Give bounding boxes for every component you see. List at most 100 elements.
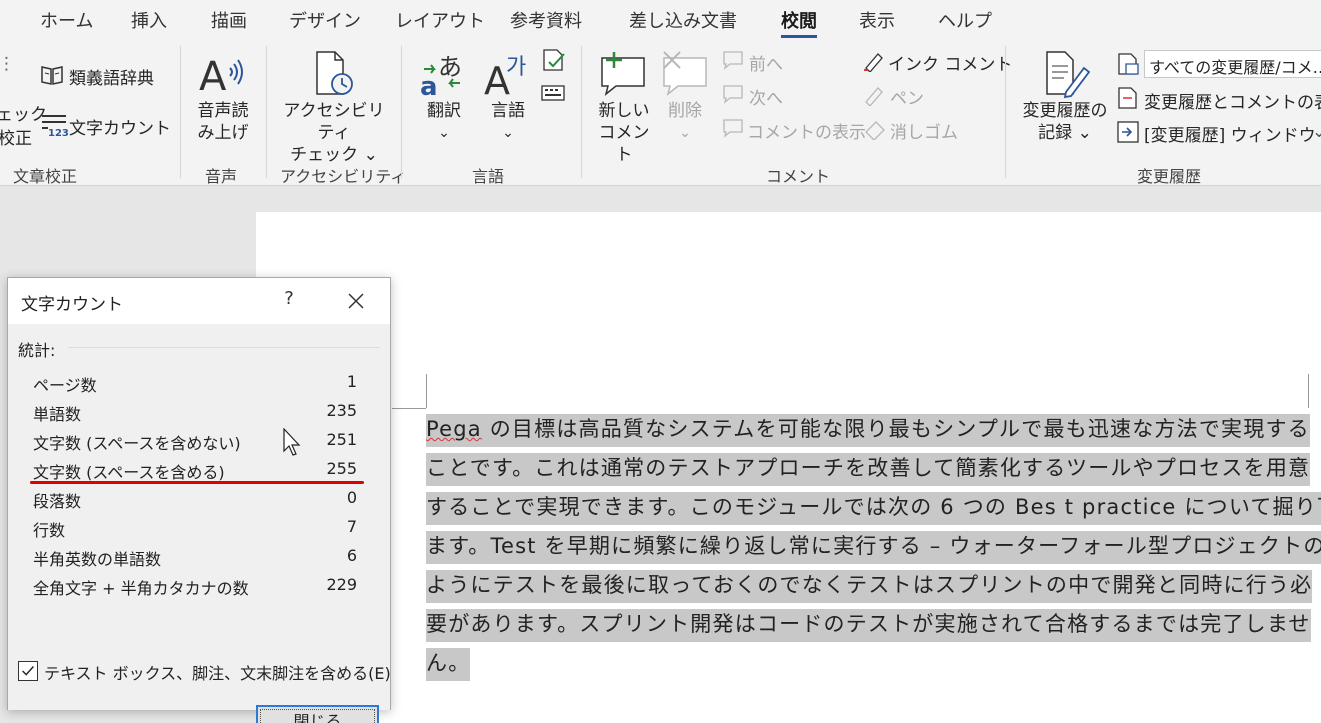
stat-label: 段落数 xyxy=(33,492,82,511)
eraser-icon xyxy=(865,121,885,140)
stat-row-chars-no-spaces: 文字数 (スペースを含めない) 251 xyxy=(33,430,357,459)
text-line: ようにテストを最後に取っておくのでなくテストはスプリントの中で開発と同時に行う必 xyxy=(426,566,1313,605)
language-label: 言語 xyxy=(491,101,525,121)
svg-text:가: 가 xyxy=(506,55,526,80)
group-separator xyxy=(581,46,582,178)
read-aloud-label-1: 音声読 xyxy=(197,101,249,121)
group-separator xyxy=(401,46,402,178)
stat-value: 0 xyxy=(346,488,357,507)
thesaurus-button[interactable]: 類義語辞典 xyxy=(69,64,154,89)
show-markup-icon xyxy=(1118,87,1137,109)
show-comments-button[interactable]: コメントの表示 xyxy=(747,118,866,143)
misspelled-word[interactable]: Pega xyxy=(426,417,482,441)
tab-mailings[interactable]: 差し込み文書 xyxy=(629,7,737,33)
tab-help[interactable]: ヘルプ xyxy=(938,7,992,33)
next-comment-button[interactable]: 次へ xyxy=(749,84,783,109)
include-textboxes-checkbox[interactable] xyxy=(18,661,38,681)
delete-comment-icon xyxy=(663,51,707,96)
show-markup-button[interactable]: 変更履歴とコメントの表示 xyxy=(1144,88,1321,113)
delete-comment-button[interactable]: 削除 ⌄ xyxy=(660,100,710,144)
reviewing-pane-icon xyxy=(1117,121,1139,143)
stat-row-paragraphs: 段落数 0 xyxy=(33,488,357,517)
translate-label: 翻訳 xyxy=(427,101,461,121)
language-chevron-icon: ⌄ xyxy=(502,125,514,141)
tab-design[interactable]: デザイン xyxy=(289,7,361,33)
close-icon[interactable] xyxy=(341,288,371,314)
line-text: ます。Test を早期に頻繁に繰り返し常に実行する – ウォーターフォール型プロ… xyxy=(426,531,1321,564)
line-text: ようにテストを最後に取っておくのでなくテストはスプリントの中で開発と同時に行う必 xyxy=(426,570,1313,603)
language-button[interactable]: 言語 ⌄ xyxy=(484,100,532,144)
markup-display-select[interactable]: すべての変更履歴/コメ… xyxy=(1144,50,1321,78)
accessibility-check-icon xyxy=(316,51,353,95)
new-comment-label-1: 新しい xyxy=(598,101,650,121)
pen-icon xyxy=(865,87,883,106)
ink-comment-button[interactable]: インク コメント xyxy=(888,50,1012,75)
margin-mark xyxy=(426,374,427,408)
tab-references[interactable]: 参考資料 xyxy=(510,7,582,33)
thesaurus-icon xyxy=(41,66,63,85)
stat-value: 255 xyxy=(326,459,357,478)
show-comments-icon xyxy=(723,119,743,138)
line-text: することで実現できます。このモジュールでは次の 6 つの Bes t pract… xyxy=(426,492,1321,525)
translate-chevron-icon: ⌄ xyxy=(438,125,450,141)
collapsed-marker: ⋮ xyxy=(0,54,15,74)
help-button[interactable]: ? xyxy=(281,288,297,309)
highlight-underline xyxy=(30,481,364,484)
tab-view[interactable]: 表示 xyxy=(859,7,895,33)
proofing-group-label: 文章校正 xyxy=(13,167,78,186)
tab-draw[interactable]: 描画 xyxy=(211,7,247,33)
stat-value: 251 xyxy=(326,430,357,449)
pen-button[interactable]: ペン xyxy=(890,84,924,109)
track-changes-button[interactable]: 変更履歴の 記録 ⌄ xyxy=(1018,100,1112,144)
ink-comment-icon xyxy=(864,53,883,72)
translate-button[interactable]: 翻訳 ⌄ xyxy=(420,100,468,144)
line-text: の目標は高品質なシステムを可能な限り最もシンプルで最も迅速な方法で実現する xyxy=(481,417,1310,441)
reviewing-pane-button[interactable]: [変更履歴] ウィンドウ xyxy=(1144,121,1316,146)
dialog-title: 文字カウント xyxy=(21,295,123,315)
word-count-icon: 123 xyxy=(42,115,68,137)
tab-insert[interactable]: 挿入 xyxy=(131,7,167,33)
word-count-dialog: 文字カウント ? 統計: ページ数 1 単語数 235 文字数 (スペースを含めない… xyxy=(7,277,391,723)
stat-row-halfwidth-words: 半角英数の単語数 6 xyxy=(33,546,357,575)
stat-label: 文字数 (スペースを含める) xyxy=(33,463,225,482)
new-comment-button[interactable]: 新しい コメント xyxy=(592,100,656,166)
read-aloud-button[interactable]: 音声読 み上げ xyxy=(191,100,255,144)
track-changes-label-2: 記録 ⌄ xyxy=(1038,123,1092,143)
svg-text:a: a xyxy=(420,72,438,97)
group-separator xyxy=(180,46,181,178)
translate-icon: a あ xyxy=(420,53,462,97)
group-separator xyxy=(1005,46,1006,178)
spelling-check-label-bottom[interactable]: 校正 xyxy=(0,124,32,149)
stat-value: 7 xyxy=(346,517,357,536)
line-text: ん。 xyxy=(426,648,471,681)
accessibility-check-button[interactable]: アクセシビリティ チェック ⌄ xyxy=(276,100,392,166)
include-textboxes-label[interactable]: テキスト ボックス、脚注、文末脚注を含める(E) xyxy=(44,660,391,684)
margin-mark xyxy=(1308,374,1309,408)
document-body-text[interactable]: Pega の目標は高品質なシステムを可能な限り最もシンプルで最も迅速な方法で実現… xyxy=(426,410,1321,683)
tab-layout[interactable]: レイアウト xyxy=(395,7,485,33)
speech-group-label: 音声 xyxy=(205,167,238,186)
keyboard-icon[interactable] xyxy=(541,84,565,102)
reviewing-pane-chevron-icon[interactable]: ⌄ xyxy=(1312,122,1321,142)
delete-chevron-icon: ⌄ xyxy=(679,125,691,141)
tab-home[interactable]: ホーム xyxy=(40,7,93,33)
close-button[interactable]: 閉じる xyxy=(256,705,379,723)
text-line: ん。 xyxy=(426,644,1306,683)
display-for-review-icon xyxy=(1118,53,1139,75)
eraser-button[interactable]: 消しゴム xyxy=(890,118,958,143)
language-icon: A 가 xyxy=(484,55,526,98)
word-count-button[interactable]: 文字カウント xyxy=(69,114,171,139)
stat-value: 1 xyxy=(346,372,357,391)
check-accessibility-small-icon[interactable] xyxy=(541,48,567,72)
accessibility-check-label-1: アクセシビリティ xyxy=(283,101,385,143)
svg-text:あ: あ xyxy=(438,53,462,81)
previous-comment-button[interactable]: 前へ xyxy=(749,50,783,75)
ribbon-tab-bar: ホーム 挿入 描画 デザイン レイアウト 参考資料 差し込み文書 校閲 表示 ヘ… xyxy=(0,0,1321,38)
delete-comment-label: 削除 xyxy=(668,101,702,121)
stat-row-lines: 行数 7 xyxy=(33,517,357,546)
statistics-label: 統計: xyxy=(18,341,56,360)
stat-row-pages: ページ数 1 xyxy=(33,372,357,401)
ribbon: ⋮ ェック 校正 類義語辞典 123 文字カウント 文章校正 A 音声読 み上げ… xyxy=(0,38,1321,186)
text-line: することで実現できます。このモジュールでは次の 6 つの Bes t pract… xyxy=(426,488,1321,527)
tab-review[interactable]: 校閲 xyxy=(781,7,817,38)
